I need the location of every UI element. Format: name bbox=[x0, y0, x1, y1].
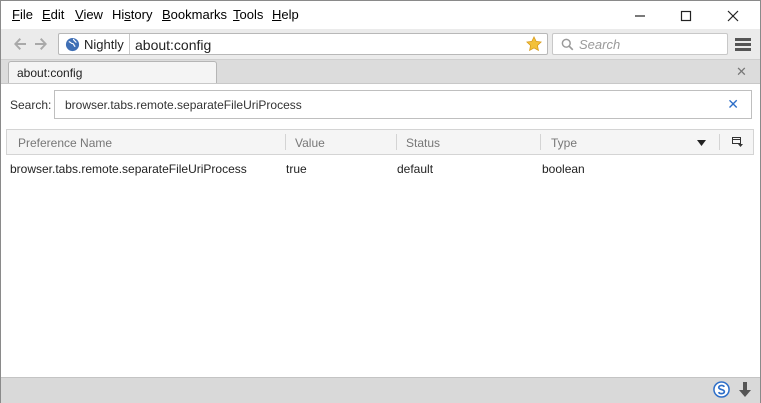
tab-label: about:config bbox=[17, 66, 83, 80]
column-header-status[interactable]: Status bbox=[406, 136, 440, 150]
column-separator[interactable] bbox=[540, 134, 541, 150]
maximize-icon bbox=[680, 10, 692, 22]
menu-file[interactable]: File bbox=[12, 7, 33, 22]
table-row[interactable]: browser.tabs.remote.separateFileUriProce… bbox=[6, 157, 754, 179]
column-separator[interactable] bbox=[719, 134, 720, 150]
tab-strip: about:config ✕ bbox=[1, 59, 760, 84]
browser-window: File Edit View History Bookmarks Tools H… bbox=[0, 0, 761, 403]
column-header-type[interactable]: Type bbox=[551, 136, 577, 150]
menu-help[interactable]: Help bbox=[272, 7, 299, 22]
column-header-name[interactable]: Preference Name bbox=[18, 136, 112, 150]
cell-preference-name: browser.tabs.remote.separateFileUriProce… bbox=[10, 162, 247, 176]
search-placeholder: Search bbox=[579, 37, 621, 52]
column-picker-icon[interactable] bbox=[732, 137, 743, 147]
window-close-button[interactable] bbox=[713, 5, 753, 27]
menu-view[interactable]: View bbox=[75, 7, 103, 22]
menu-bar: File Edit View History Bookmarks Tools H… bbox=[1, 1, 760, 29]
cell-value: true bbox=[286, 162, 307, 176]
back-arrow-icon[interactable] bbox=[12, 36, 28, 52]
config-search-input[interactable]: browser.tabs.remote.separateFileUriProce… bbox=[54, 90, 752, 119]
identity-label: Nightly bbox=[84, 36, 124, 52]
cell-type: boolean bbox=[542, 162, 585, 176]
download-arrow-icon[interactable] bbox=[738, 382, 752, 398]
menu-history[interactable]: History bbox=[112, 7, 152, 22]
forward-arrow-icon[interactable] bbox=[33, 36, 49, 52]
minimize-icon bbox=[635, 15, 645, 17]
search-icon bbox=[561, 38, 574, 51]
close-icon bbox=[727, 10, 739, 22]
star-icon[interactable] bbox=[525, 35, 543, 53]
maximize-button[interactable] bbox=[666, 5, 706, 27]
column-separator[interactable] bbox=[396, 134, 397, 150]
menu-tools[interactable]: Tools bbox=[233, 7, 263, 22]
site-identity-button[interactable]: Nightly bbox=[59, 34, 130, 54]
column-separator[interactable] bbox=[285, 134, 286, 150]
search-bar[interactable]: Search bbox=[552, 33, 728, 55]
sort-descending-icon[interactable] bbox=[697, 140, 706, 146]
cell-status: default bbox=[397, 162, 434, 176]
about-config-page: Search: browser.tabs.remote.separateFile… bbox=[1, 83, 760, 378]
config-search-label: Search: bbox=[10, 98, 52, 112]
menu-edit[interactable]: Edit bbox=[42, 7, 64, 22]
addon-bar bbox=[1, 377, 760, 403]
column-header-row: Preference Name Value Status Type bbox=[6, 129, 754, 155]
url-bar[interactable]: Nightly about:config bbox=[58, 33, 548, 55]
menu-bookmarks[interactable]: Bookmarks bbox=[162, 7, 227, 22]
clear-search-icon[interactable]: ✕ bbox=[727, 96, 739, 113]
s-badge-icon[interactable] bbox=[713, 381, 730, 398]
close-tab-icon[interactable]: ✕ bbox=[736, 64, 747, 80]
hamburger-icon[interactable] bbox=[735, 38, 751, 51]
tab-about-config[interactable]: about:config bbox=[8, 61, 217, 84]
url-text[interactable]: about:config bbox=[135, 37, 211, 53]
minimize-button[interactable] bbox=[620, 5, 660, 27]
navigation-toolbar: Nightly about:config Search bbox=[1, 29, 760, 59]
column-header-value[interactable]: Value bbox=[295, 136, 325, 150]
globe-icon bbox=[65, 37, 80, 51]
config-search-row: Search: browser.tabs.remote.separateFile… bbox=[1, 84, 760, 126]
config-search-value: browser.tabs.remote.separateFileUriProce… bbox=[65, 98, 302, 112]
